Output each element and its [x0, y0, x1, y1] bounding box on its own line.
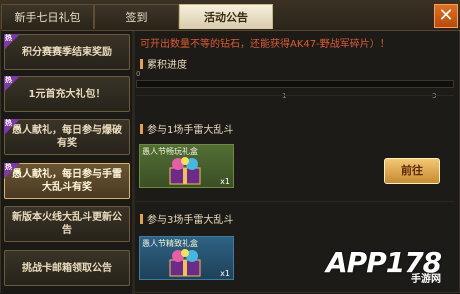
tab-announcement[interactable]: 活动公告 [179, 4, 273, 29]
sidebar-item-season-reward[interactable]: 热 积分赛赛季结束奖励 [4, 34, 130, 70]
hot-badge-icon: 热 [4, 34, 20, 50]
notice-text: 可开出数量不等的钻石，还能获得AK47-野战军碎片）！ [140, 39, 390, 50]
progress-tick-0: 0 [136, 70, 141, 78]
sidebar-item-label: 1元首充大礼包！ [28, 88, 106, 100]
progress-baseline [136, 95, 454, 96]
progress-title-label: 累积进度 [147, 60, 187, 71]
reward-card-1[interactable]: 愚人节畅玩礼盒 x1 [139, 144, 234, 188]
task1-title: 参与1场手雷大乱斗 [140, 121, 233, 136]
progress-title: 累积进度 [140, 56, 187, 71]
divider [136, 201, 454, 202]
gift-box-icon [169, 249, 201, 277]
task2-title-label: 参与3场手雷大乱斗 [147, 215, 234, 226]
progress-bar [136, 80, 454, 88]
sidebar-item-april-fools-grenade[interactable]: 热 愚人献礼，每日参与手雷大乱斗有奖 [4, 163, 130, 199]
tab-checkin[interactable]: 签到 [94, 4, 179, 29]
reward-card-2[interactable]: 愚人节精致礼盒 x1 [139, 236, 234, 280]
reward-qty: x1 [220, 177, 230, 186]
progress-tick-1: 1 [282, 92, 287, 100]
hot-badge-icon: 热 [4, 163, 20, 179]
sidebar-item-label: 新版本火线大乱斗更新公告 [12, 212, 122, 236]
sidebar-item-update-notice[interactable]: 新版本火线大乱斗更新公告 [4, 206, 130, 242]
sidebar-item-label: 挑战卡邮箱领取公告 [22, 262, 112, 274]
hot-badge-icon: 热 [4, 119, 20, 135]
sidebar-scrollbar[interactable] [132, 31, 135, 294]
sidebar-item-challenge-card[interactable]: 挑战卡邮箱领取公告 [4, 250, 130, 286]
sidebar: 热 积分赛赛季结束奖励 热 1元首充大礼包！ 热 愚人献礼，每日参与爆破有奖 热… [1, 31, 132, 294]
site-watermark-logo: APP178 手游网 [308, 234, 458, 292]
watermark-sub: 手游网 [411, 274, 441, 285]
sidebar-item-first-recharge[interactable]: 热 1元首充大礼包！ [4, 76, 130, 112]
activity-window: 新手七日礼包 签到 活动公告 ✕ 热 积分赛赛季结束奖励 热 1元首充大礼包！ … [0, 0, 460, 294]
progress-tick-3: 3 [432, 92, 437, 100]
tab-newbie-gift[interactable]: 新手七日礼包 [1, 4, 94, 29]
sidebar-item-label: 愚人献礼，每日参与手雷大乱斗有奖 [12, 169, 122, 193]
close-icon[interactable]: ✕ [434, 4, 458, 28]
tab-bar: 新手七日礼包 签到 活动公告 ✕ [1, 1, 460, 31]
task1-title-label: 参与1场手雷大乱斗 [147, 125, 234, 136]
goto-button[interactable]: 前往 [384, 158, 440, 184]
sidebar-item-label: 愚人献礼，每日参与爆破有奖 [12, 125, 122, 149]
task2-title: 参与3场手雷大乱斗 [140, 211, 233, 226]
sidebar-item-april-fools-blast[interactable]: 热 愚人献礼，每日参与爆破有奖 [4, 119, 130, 155]
sidebar-item-label: 积分赛赛季结束奖励 [22, 46, 112, 58]
reward-qty: x1 [220, 269, 230, 278]
hot-badge-icon: 热 [4, 76, 20, 92]
gift-box-icon [169, 157, 201, 185]
